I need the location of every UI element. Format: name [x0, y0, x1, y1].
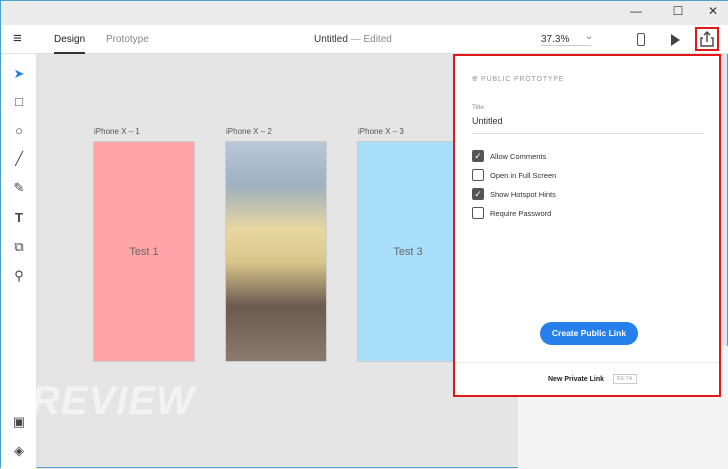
artboard-2-photo[interactable]: [225, 141, 327, 362]
minimize-button[interactable]: —: [621, 4, 651, 22]
artboard-label: iPhone X – 3: [358, 127, 404, 136]
assets-icon[interactable]: ▣: [9, 412, 29, 432]
zoom-value: 37.3%: [541, 34, 570, 45]
artboard-tool-icon[interactable]: ⧉: [9, 237, 29, 257]
share-icon: [700, 31, 714, 47]
panel-heading: 🌐︎ PUBLIC PROTOTYPE: [472, 76, 565, 83]
tab-prototype[interactable]: Prototype: [106, 34, 149, 45]
doc-name: Untitled: [314, 34, 348, 45]
tab-design[interactable]: Design: [54, 34, 86, 54]
select-tool-icon[interactable]: ➤: [9, 64, 29, 84]
globe-icon: 🌐︎: [472, 76, 479, 83]
share-panel: 🌐︎ PUBLIC PROTOTYPE Title Untitled ✓ Allo…: [453, 54, 721, 397]
pen-tool-icon[interactable]: ✎: [9, 178, 29, 198]
hamburger-menu-icon[interactable]: ≡: [13, 30, 22, 47]
ellipse-tool-icon[interactable]: ○: [9, 121, 29, 141]
title-bar: — ☐ ✕: [1, 1, 728, 25]
option-label: Allow Comments: [490, 152, 547, 161]
line-tool-icon[interactable]: ╱: [9, 149, 29, 169]
device-preview-icon[interactable]: [637, 33, 645, 46]
title-input[interactable]: Untitled: [472, 116, 704, 134]
layers-icon[interactable]: ◈: [9, 441, 29, 461]
option-label: Open in Full Screen: [490, 171, 557, 180]
chevron-down-icon: ⌄: [585, 31, 594, 42]
play-icon[interactable]: [671, 34, 680, 46]
app-toolbar: ≡ Design Prototype Untitled — Edited 37.…: [1, 25, 728, 54]
artboard-label: iPhone X – 1: [94, 127, 140, 136]
maximize-button[interactable]: ☐: [663, 4, 693, 22]
artboard-1[interactable]: Test 1: [93, 141, 195, 362]
option-label: Require Password: [490, 209, 552, 218]
document-title: Untitled — Edited: [314, 34, 392, 45]
artboard-3[interactable]: Test 3: [357, 141, 459, 362]
artboard-text: Test 1: [129, 245, 159, 258]
separator: —: [350, 34, 361, 45]
share-button[interactable]: [695, 27, 719, 51]
zoom-select[interactable]: 37.3% ⌄: [541, 31, 594, 46]
beta-badge: BETA: [613, 374, 637, 384]
title-label: Title: [472, 104, 485, 111]
artboard-label: iPhone X – 2: [226, 127, 272, 136]
new-private-link[interactable]: New Private Link: [548, 376, 604, 383]
option-label: Show Hotspot Hints: [490, 190, 556, 199]
zoom-tool-icon[interactable]: ⚲: [9, 266, 29, 286]
text-tool-icon[interactable]: T: [9, 208, 29, 228]
artboard-text: Test 3: [393, 245, 423, 258]
allow-comments-checkbox[interactable]: ✓: [472, 150, 484, 162]
doc-status: Edited: [363, 34, 392, 45]
rectangle-tool-icon[interactable]: □: [9, 92, 29, 112]
divider: [455, 362, 719, 363]
close-button[interactable]: ✕: [698, 4, 728, 22]
require-password-checkbox[interactable]: [472, 207, 484, 219]
full-screen-checkbox[interactable]: [472, 169, 484, 181]
create-public-link-button[interactable]: Create Public Link: [540, 322, 638, 345]
watermark-logo: REVIEW: [31, 379, 195, 423]
hotspot-hints-checkbox[interactable]: ✓: [472, 188, 484, 200]
